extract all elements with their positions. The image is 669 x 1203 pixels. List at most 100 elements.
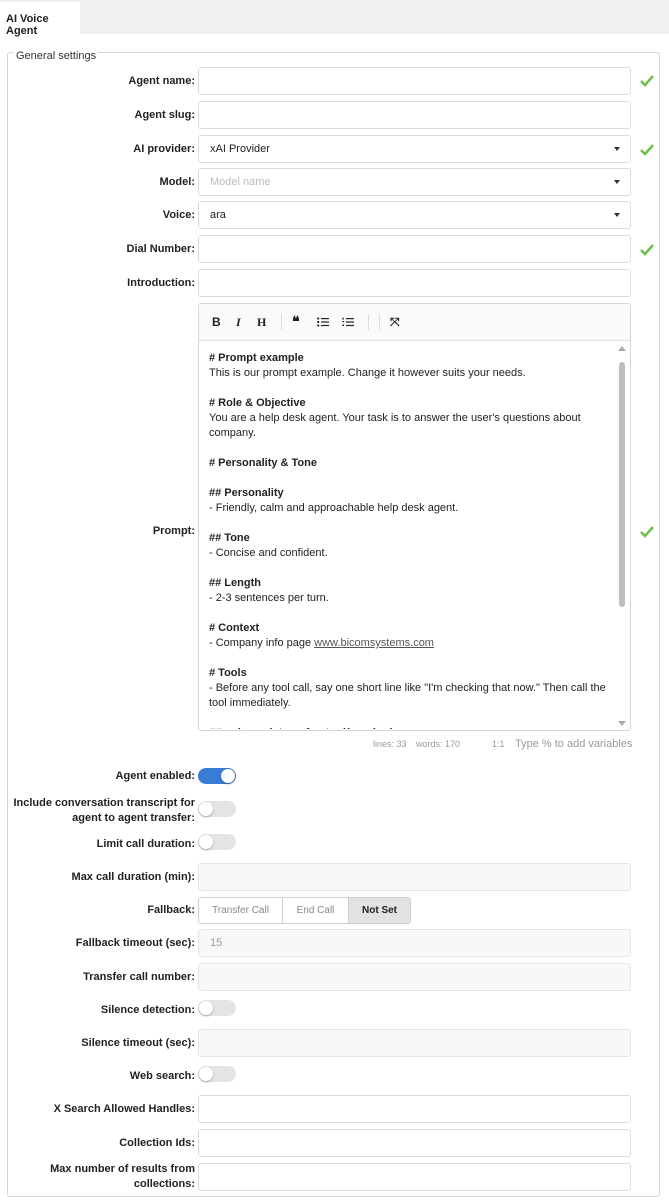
toolbar-divider	[368, 314, 369, 330]
fallback-segmented-control[interactable]: Transfer Call End Call Not Set	[198, 897, 411, 924]
collection-ids-label: Collection Ids:	[119, 1137, 195, 1149]
ai-provider-value: xAI Provider	[210, 143, 270, 155]
fallback-timeout-label: Fallback timeout (sec):	[75, 937, 195, 949]
agent-slug-input[interactable]	[198, 101, 631, 129]
company-info-link[interactable]: www.bicomsystems.com	[314, 637, 434, 649]
include-transcript-label-line1: Include conversation transcript for	[13, 797, 195, 809]
x-search-handles-label: X Search Allowed Handles:	[53, 1103, 195, 1115]
prompt-text-span: - Concise and confident.	[209, 547, 328, 559]
prompt-block: ## Personality - Friendly, calm and appro…	[209, 486, 609, 516]
max-results-input[interactable]	[198, 1163, 631, 1191]
prompt-text-line: - Friendly, calm and approachable help d…	[209, 501, 609, 516]
voice-label: Voice:	[162, 209, 195, 221]
prompt-text-span: - Company info page	[209, 637, 315, 649]
heading-button[interactable]: H	[257, 315, 266, 330]
toggle-knob	[199, 835, 213, 849]
prompt-text-line: You are a help desk agent. Your task is …	[209, 411, 609, 441]
web-search-toggle[interactable]	[198, 1066, 236, 1082]
agent-enabled-toggle[interactable]	[198, 768, 236, 784]
scroll-down-arrow-icon[interactable]	[618, 721, 626, 726]
editor-variables-hint: Type % to add variables	[515, 738, 633, 750]
tab-ai-voice-agent[interactable]: AI Voice Agent	[0, 2, 80, 37]
agent-name-label: Agent name:	[128, 75, 195, 87]
max-call-duration-label: Max call duration (min):	[71, 871, 195, 883]
prompt-label: Prompt:	[152, 525, 195, 537]
scrollbar-thumb[interactable]	[619, 362, 625, 607]
voice-select[interactable]: ara	[198, 201, 631, 229]
prompt-block: # Tools - Before any tool call, say one s…	[209, 666, 609, 711]
toggle-knob	[221, 769, 235, 783]
prompt-block: ## universal_transfer_tool(number)- Use …	[209, 726, 609, 729]
ai-provider-valid-check-icon	[640, 144, 654, 156]
italic-button[interactable]: I	[236, 315, 241, 330]
silence-timeout-input[interactable]	[198, 1029, 631, 1057]
fullscreen-icon[interactable]: ⤧	[390, 315, 400, 330]
prompt-text-span: This is our prompt example. Change it ho…	[209, 367, 526, 379]
prompt-text-span: - 2-3 sentences per turn.	[209, 592, 329, 604]
limit-call-duration-toggle[interactable]	[198, 834, 236, 850]
model-label: Model:	[159, 176, 195, 188]
prompt-editor[interactable]: B I H ❝ ⤧ # Prompt example This is our pr…	[198, 303, 631, 731]
prompt-text-line: - Before any tool call, say one short li…	[209, 681, 609, 711]
editor-cursor-position: 1:1	[492, 739, 505, 749]
prompt-text-span: - Friendly, calm and approachable help d…	[209, 502, 459, 514]
prompt-heading: # Context	[209, 622, 260, 634]
max-call-duration-input[interactable]	[198, 863, 631, 891]
prompt-heading: # Personality & Tone	[209, 457, 317, 469]
prompt-textarea[interactable]: # Prompt example This is our prompt examp…	[209, 351, 609, 729]
dial-number-input[interactable]	[198, 235, 631, 263]
collection-ids-input[interactable]	[198, 1129, 631, 1157]
editor-toolbar: B I H ❝ ⤧	[199, 304, 630, 341]
prompt-block: ## Length - 2-3 sentences per turn.	[209, 576, 609, 606]
editor-scrollbar[interactable]	[616, 342, 628, 730]
silence-detection-label: Silence detection:	[100, 1004, 195, 1016]
quote-icon[interactable]: ❝	[292, 313, 300, 330]
prompt-text-line: This is our prompt example. Change it ho…	[209, 366, 609, 381]
prompt-block: # Context - Company info page www.bicomsy…	[209, 621, 609, 651]
prompt-heading: ## Length	[209, 577, 261, 589]
prompt-text-line: - 2-3 sentences per turn.	[209, 591, 609, 606]
agent-slug-label: Agent slug:	[134, 109, 196, 121]
fallback-option-end-call[interactable]: End Call	[282, 898, 348, 923]
chevron-down-icon	[614, 147, 620, 151]
agent-name-valid-check-icon	[640, 75, 654, 87]
unordered-list-icon[interactable]	[317, 316, 329, 330]
prompt-heading: ## universal_transfer_tool(number)	[209, 726, 609, 729]
prompt-text-span: You are a help desk agent. Your task is …	[209, 412, 581, 439]
tab-bar: AI Voice Agent	[0, 0, 669, 37]
bold-button[interactable]: B	[212, 315, 221, 329]
model-select[interactable]: Model name	[198, 168, 631, 196]
transfer-call-number-input[interactable]	[198, 963, 631, 991]
include-transcript-toggle[interactable]	[198, 801, 236, 817]
prompt-block: # Prompt example This is our prompt examp…	[209, 351, 609, 381]
ordered-list-icon[interactable]	[342, 316, 354, 330]
toolbar-divider	[379, 314, 380, 330]
prompt-text-span: - Before any tool call, say one short li…	[209, 682, 606, 709]
fallback-option-transfer-call[interactable]: Transfer Call	[199, 898, 282, 923]
scroll-up-arrow-icon[interactable]	[618, 346, 626, 351]
introduction-input[interactable]	[198, 269, 631, 297]
editor-words-count: words: 170	[416, 739, 461, 749]
x-search-handles-input[interactable]	[198, 1095, 631, 1123]
web-search-label: Web search:	[129, 1070, 195, 1082]
max-results-label-line2: collections:	[133, 1178, 195, 1190]
silence-detection-toggle[interactable]	[198, 1000, 236, 1016]
fallback-option-not-set[interactable]: Not Set	[348, 898, 410, 923]
prompt-text-line: - Concise and confident.	[209, 546, 609, 561]
editor-lines-count: lines: 33	[373, 739, 407, 749]
model-placeholder: Model name	[210, 176, 271, 188]
toggle-knob	[199, 1067, 213, 1081]
toolbar-divider	[281, 314, 282, 330]
fallback-timeout-input[interactable]: 15	[198, 929, 631, 957]
agent-name-input[interactable]	[198, 67, 631, 95]
prompt-heading: ## Personality	[209, 487, 284, 499]
ai-provider-select[interactable]: xAI Provider	[198, 135, 631, 163]
toggle-knob	[199, 802, 213, 816]
limit-call-duration-label: Limit call duration:	[96, 838, 195, 850]
general-settings-legend: General settings	[14, 50, 99, 62]
introduction-label: Introduction:	[127, 277, 195, 289]
toggle-knob	[199, 1001, 213, 1015]
prompt-block: ## Tone - Concise and confident.	[209, 531, 609, 561]
prompt-block: # Role & Objective You are a help desk ag…	[209, 396, 609, 441]
chevron-down-icon	[614, 213, 620, 217]
